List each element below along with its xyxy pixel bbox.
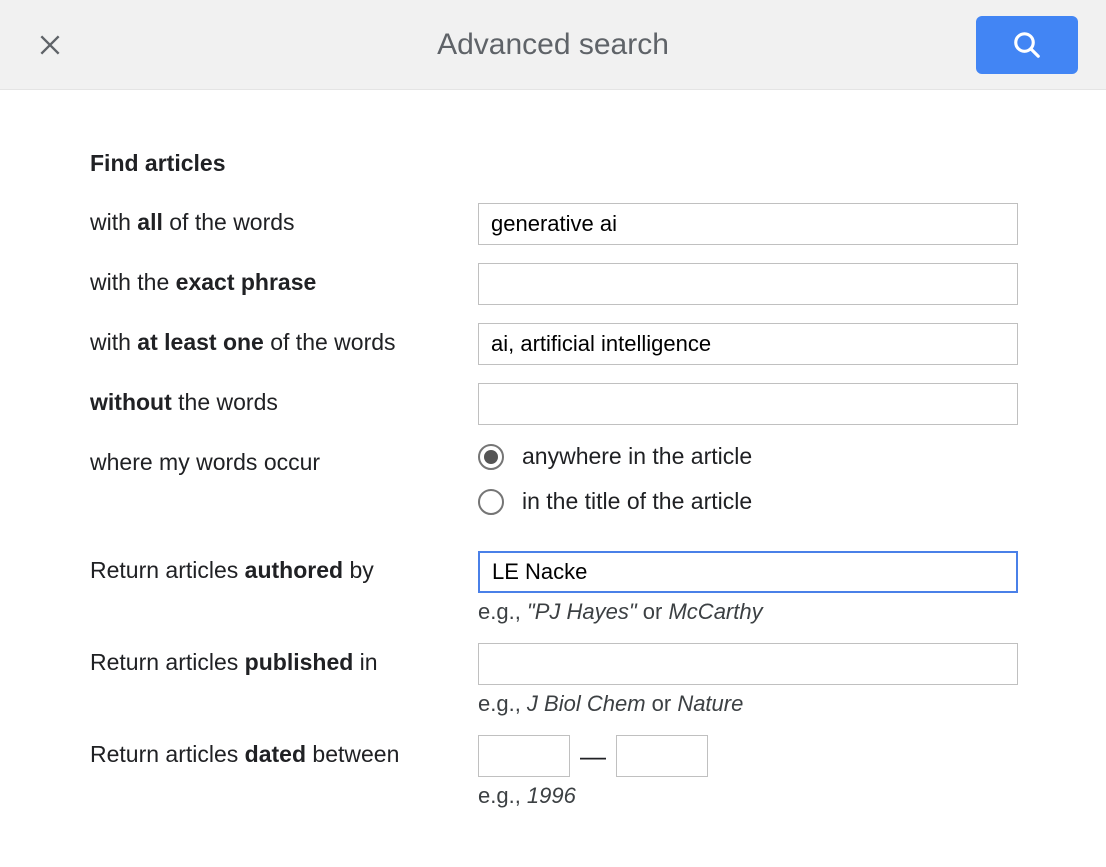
label-published-in: Return articles published in [90,643,478,676]
search-icon [1012,30,1042,60]
page-title: Advanced search [437,28,669,62]
label-dated-between: Return articles dated between [90,735,478,768]
input-at-least-one[interactable] [478,323,1018,365]
header: Advanced search [0,0,1106,90]
radio-icon [478,489,504,515]
radio-in-title-label: in the title of the article [522,488,752,515]
close-icon [37,32,63,58]
input-without-words[interactable] [478,383,1018,425]
input-date-from[interactable] [478,735,570,777]
input-published-in[interactable] [478,643,1018,685]
radio-anywhere-label: anywhere in the article [522,443,752,470]
input-exact-phrase[interactable] [478,263,1018,305]
label-exact-phrase: with the exact phrase [90,263,478,296]
section-title: Find articles [90,150,1036,177]
input-all-words[interactable] [478,203,1018,245]
label-at-least-one: with at least one of the words [90,323,478,356]
form-body: Find articles with all of the words with… [0,90,1106,867]
label-all-words: with all of the words [90,203,478,236]
label-authored-by: Return articles authored by [90,551,478,584]
input-date-to[interactable] [616,735,708,777]
radio-in-title[interactable]: in the title of the article [478,488,1036,515]
radio-anywhere[interactable]: anywhere in the article [478,443,1036,470]
radio-icon [478,444,504,470]
label-without-words: without the words [90,383,478,416]
search-button[interactable] [976,16,1078,74]
hint-authored: e.g., "PJ Hayes" or McCarthy [478,599,1036,625]
input-authored-by[interactable] [478,551,1018,593]
hint-dated: e.g., 1996 [478,783,1036,809]
close-button[interactable] [28,23,72,67]
hint-published: e.g., J Biol Chem or Nature [478,691,1036,717]
date-dash: — [580,741,606,772]
label-where-occur: where my words occur [90,443,478,476]
